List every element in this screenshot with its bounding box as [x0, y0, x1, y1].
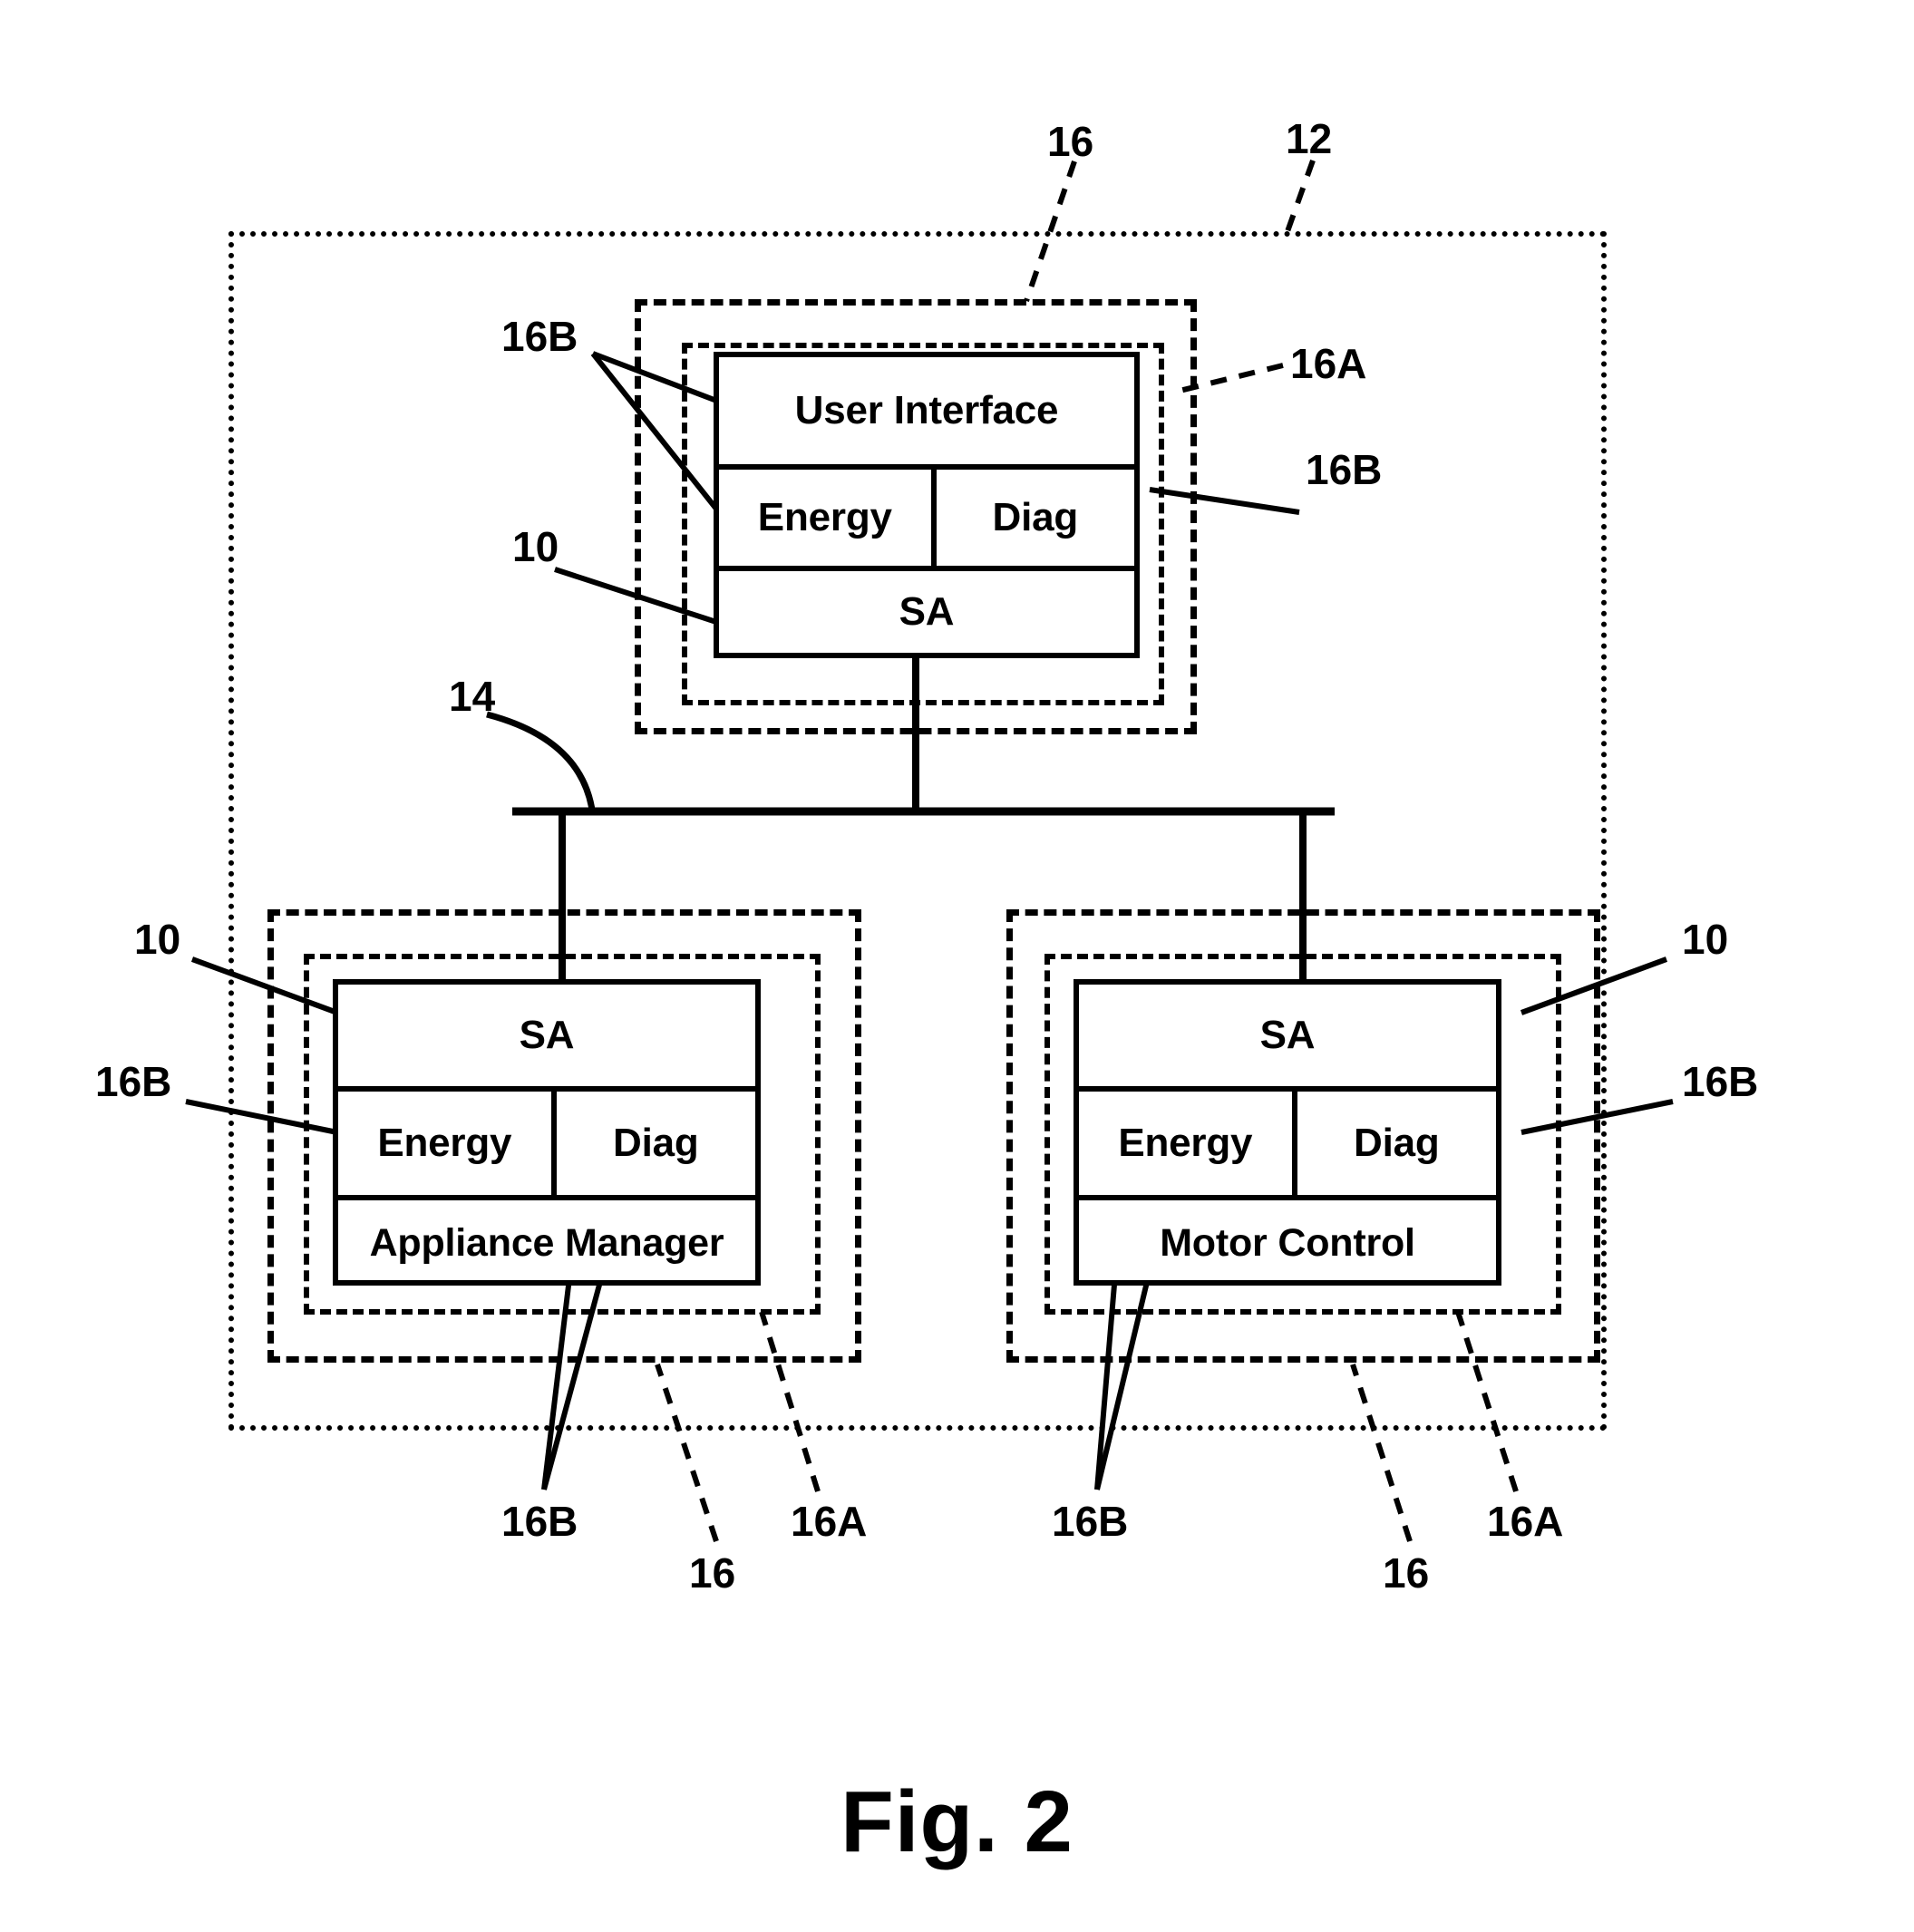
left-node-cell-appliance-manager: Appliance Manager [369, 1220, 724, 1265]
figure-caption: Fig. 2 [840, 1773, 1074, 1870]
ui-node-row-sa: SA [719, 566, 1134, 653]
leader-top-12 [1284, 159, 1316, 236]
ui-node-row-energy-diag: Energy Diag [719, 464, 1134, 566]
ref-label-left-10: 10 [134, 916, 181, 963]
right-node-row-energy-diag: Energy Diag [1079, 1086, 1496, 1195]
ref-label-right-16b: 16B [1682, 1058, 1759, 1105]
right-node-row-motor-control: Motor Control [1079, 1195, 1496, 1286]
patent-figure-2: User Interface Energy Diag SA SA Energy … [0, 0, 1914, 1932]
ref-label-bottom-right-16a: 16A [1487, 1498, 1564, 1545]
right-node-cell-sa: SA [1259, 1013, 1316, 1057]
ref-label-bottom-left-16: 16 [689, 1549, 736, 1597]
left-node-row-sa: SA [338, 985, 755, 1086]
ui-node-cell-energy: Energy [757, 495, 892, 539]
left-node-cell-diag: Diag [550, 1092, 755, 1195]
ref-label-bottom-right-16b: 16B [1052, 1498, 1129, 1545]
ref-label-ui-16a: 16A [1290, 340, 1367, 387]
ref-label-ui-16b-right: 16B [1306, 446, 1383, 493]
right-node-row-sa: SA [1079, 985, 1496, 1086]
right-node-cell-diag: Diag [1291, 1092, 1496, 1195]
ui-node-cell-diag: Diag [930, 470, 1134, 566]
left-node-cell-sa: SA [519, 1013, 575, 1057]
ref-label-ui-16b-left: 16B [501, 313, 578, 360]
ref-label-bottom-left-16b: 16B [501, 1498, 578, 1545]
ref-label-ui-10: 10 [512, 523, 559, 570]
block-left-node: SA Energy Diag Appliance Manager [333, 979, 761, 1286]
ui-node-cell-sa: SA [899, 589, 955, 634]
right-node-cell-energy: Energy [1118, 1121, 1253, 1165]
ref-label-bottom-left-16a: 16A [791, 1498, 868, 1545]
right-node-cell-motor-control: Motor Control [1160, 1220, 1415, 1265]
ui-node-row-user-interface: User Interface [719, 357, 1134, 464]
block-right-node: SA Energy Diag Motor Control [1074, 979, 1501, 1286]
ref-label-top-12: 12 [1286, 115, 1333, 162]
ref-label-right-10: 10 [1682, 916, 1729, 963]
ref-label-left-16b: 16B [95, 1058, 172, 1105]
ref-label-bottom-right-16: 16 [1383, 1549, 1430, 1597]
ref-label-top-16: 16 [1047, 118, 1094, 165]
left-node-row-appliance-manager: Appliance Manager [338, 1195, 755, 1286]
left-node-cell-energy: Energy [377, 1121, 512, 1165]
block-ui-node: User Interface Energy Diag SA [714, 352, 1140, 658]
ref-label-bus-14: 14 [449, 673, 496, 720]
left-node-row-energy-diag: Energy Diag [338, 1086, 755, 1195]
ui-node-cell-user-interface: User Interface [794, 388, 1059, 432]
